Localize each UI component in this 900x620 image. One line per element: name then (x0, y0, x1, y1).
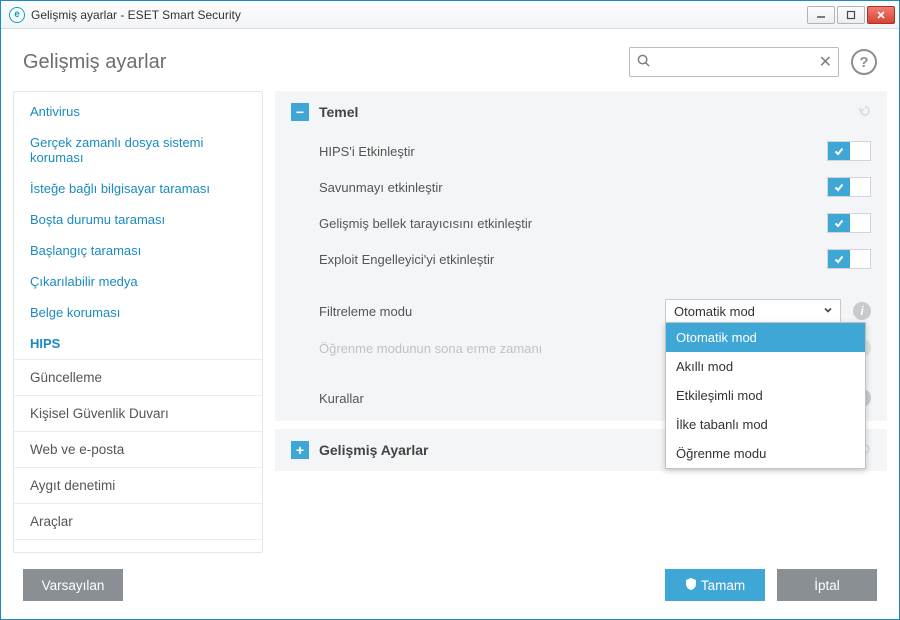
sidebar-item-ui[interactable]: Kullanıcı arabirimi (14, 540, 262, 553)
titlebar: e Gelişmiş ayarlar - ESET Smart Security (1, 1, 899, 29)
sidebar-item-tools[interactable]: Araçlar (14, 504, 262, 540)
option-learning-mode[interactable]: Öğrenme modu (666, 439, 865, 468)
row-filter-mode: Filtreleme modu Otomatik mod Otomatik mo… (291, 291, 871, 331)
option-policy-mode[interactable]: İlke tabanlı mod (666, 410, 865, 439)
close-button[interactable] (867, 6, 895, 24)
clear-search-icon[interactable]: ✕ (819, 52, 832, 72)
option-smart-mode[interactable]: Akıllı mod (666, 352, 865, 381)
sidebar-item-web-email[interactable]: Web ve e-posta (14, 432, 262, 468)
panel-advanced-title: Gelişmiş Ayarlar (319, 442, 428, 458)
ok-button[interactable]: Tamam (665, 569, 765, 601)
sidebar-item-update[interactable]: Güncelleme (14, 360, 262, 396)
label-enable-hips: HIPS'i Etkinleştir (319, 144, 827, 159)
defaults-button[interactable]: Varsayılan (23, 569, 123, 601)
dropdown-filter-mode: Otomatik mod Akıllı mod Etkileşimli mod … (665, 322, 866, 469)
row-enable-selfdefense: Savunmayı etkinleştir (291, 169, 871, 205)
body: Antivirus Gerçek zamanlı dosya sistemi k… (1, 91, 899, 553)
toggle-enable-exploit[interactable] (827, 249, 871, 269)
page-title: Gelişmiş ayarlar (23, 51, 166, 74)
shield-icon (685, 577, 697, 594)
toggle-enable-selfdefense[interactable] (827, 177, 871, 197)
expand-icon[interactable]: + (291, 441, 309, 459)
row-enable-exploit: Exploit Engelleyici'yi etkinleştir (291, 241, 871, 277)
sidebar-item-antivirus[interactable]: Antivirus (14, 96, 262, 127)
footer: Varsayılan Tamam İptal (1, 553, 899, 619)
content: − Temel HIPS'i Etkinleştir Savunmayı etk… (275, 91, 887, 553)
sidebar-item-firewall[interactable]: Kişisel Güvenlik Duvarı (14, 396, 262, 432)
row-enable-memscan: Gelişmiş bellek tarayıcısını etkinleştir (291, 205, 871, 241)
label-enable-selfdefense: Savunmayı etkinleştir (319, 180, 827, 195)
toggle-enable-hips[interactable] (827, 141, 871, 161)
sidebar-group-antivirus: Antivirus Gerçek zamanlı dosya sistemi k… (14, 96, 262, 360)
ok-button-label: Tamam (701, 578, 745, 593)
cancel-button[interactable]: İptal (777, 569, 877, 601)
app-logo-icon: e (9, 7, 25, 23)
header: Gelişmiş ayarlar ✕ ? (1, 29, 899, 91)
settings-window: e Gelişmiş ayarlar - ESET Smart Security… (0, 0, 900, 620)
sidebar-item-device-control[interactable]: Aygıt denetimi (14, 468, 262, 504)
revert-icon[interactable] (857, 103, 873, 122)
sidebar-item-realtime[interactable]: Gerçek zamanlı dosya sistemi koruması (14, 127, 262, 173)
panel-basic: − Temel HIPS'i Etkinleştir Savunmayı etk… (275, 91, 887, 421)
panel-basic-header: − Temel (291, 103, 871, 121)
select-filter-mode[interactable]: Otomatik mod Otomatik mod Akıllı mod Etk… (665, 299, 841, 323)
sidebar-item-ondemand[interactable]: İsteğe bağlı bilgisayar taraması (14, 173, 262, 204)
collapse-icon[interactable]: − (291, 103, 309, 121)
row-enable-hips: HIPS'i Etkinleştir (291, 133, 871, 169)
search-box: ✕ (629, 47, 839, 77)
sidebar-item-document[interactable]: Belge koruması (14, 297, 262, 328)
sidebar-item-removable[interactable]: Çıkarılabilir medya (14, 266, 262, 297)
info-icon[interactable]: i (853, 302, 871, 320)
label-filter-mode: Filtreleme modu (319, 304, 665, 319)
search-icon (636, 53, 651, 71)
minimize-button[interactable] (807, 6, 835, 24)
label-enable-exploit: Exploit Engelleyici'yi etkinleştir (319, 252, 827, 267)
label-learning-expiry: Öğrenme modunun sona erme zamanı (319, 341, 665, 356)
select-filter-mode-value: Otomatik mod (674, 304, 822, 319)
search-input[interactable] (629, 47, 839, 77)
sidebar-item-idle[interactable]: Boşta durumu taraması (14, 204, 262, 235)
sidebar-item-startup[interactable]: Başlangıç taraması (14, 235, 262, 266)
window-title: Gelişmiş ayarlar - ESET Smart Security (31, 8, 241, 22)
maximize-button[interactable] (837, 6, 865, 24)
chevron-down-icon (822, 304, 834, 319)
sidebar: Antivirus Gerçek zamanlı dosya sistemi k… (13, 91, 263, 553)
option-interactive-mode[interactable]: Etkileşimli mod (666, 381, 865, 410)
help-button[interactable]: ? (851, 49, 877, 75)
panel-basic-title: Temel (319, 104, 358, 120)
toggle-enable-memscan[interactable] (827, 213, 871, 233)
option-auto-mode[interactable]: Otomatik mod (666, 323, 865, 352)
sidebar-item-hips[interactable]: HIPS (14, 328, 262, 359)
label-enable-memscan: Gelişmiş bellek tarayıcısını etkinleştir (319, 216, 827, 231)
